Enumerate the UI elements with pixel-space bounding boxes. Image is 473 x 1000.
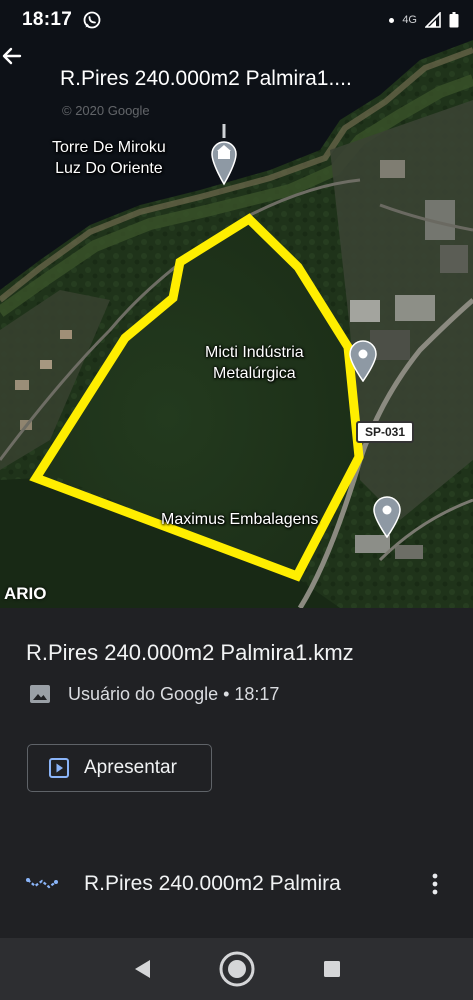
route-icon	[26, 878, 58, 889]
status-bar: 18:17 4G	[0, 0, 473, 40]
app-bar: R.Pires 240.000m2 Palmira1....	[0, 44, 473, 114]
nav-home-button[interactable]	[209, 941, 265, 997]
present-label: Apresentar	[84, 757, 177, 778]
place-label-maximus[interactable]: Maximus Embalagens	[161, 509, 318, 530]
home-circle-icon	[219, 951, 254, 987]
file-meta: Usuário do Google • 18:17	[28, 682, 279, 706]
whatsapp-icon	[83, 11, 101, 29]
slideshow-icon	[49, 758, 69, 778]
app-title: R.Pires 240.000m2 Palmira1....	[60, 67, 352, 90]
file-title: R.Pires 240.000m2 Palmira1.kmz	[26, 640, 354, 665]
place-name: Micti Indústria Metalúrgica	[205, 344, 304, 382]
place-label-torre-miroku[interactable]: Torre De Miroku Luz Do Oriente	[52, 137, 166, 179]
location-pin-icon[interactable]	[372, 496, 402, 538]
more-options-button[interactable]	[425, 869, 445, 899]
more-vert-icon	[432, 873, 438, 895]
notification-dot-icon	[389, 17, 395, 23]
system-nav-bar	[0, 938, 473, 1000]
location-pin-icon[interactable]	[348, 340, 378, 382]
image-icon	[30, 685, 50, 703]
layer-item[interactable]: R.Pires 240.000m2 Palmira	[0, 858, 473, 910]
battery-icon	[449, 12, 459, 28]
nav-back-button[interactable]	[114, 941, 170, 997]
nav-recents-button[interactable]	[304, 941, 360, 997]
network-type: 4G	[402, 14, 417, 26]
map-edge-label: ARIO	[4, 584, 47, 603]
details-sheet: R.Pires 240.000m2 Palmira1.kmz Usuário d…	[0, 608, 473, 938]
satellite-map[interactable]: R.Pires 240.000m2 Palmira1.... © 2020 Go…	[0, 0, 473, 608]
status-time: 18:17	[22, 9, 73, 30]
status-icons: 4G	[389, 12, 459, 28]
recents-square-icon	[323, 961, 340, 977]
present-button[interactable]: Apresentar	[27, 744, 212, 792]
place-name: Torre De Miroku Luz Do Oriente	[52, 139, 166, 177]
signal-icon	[425, 12, 441, 28]
place-label-micti[interactable]: Micti Indústria Metalúrgica	[205, 342, 304, 384]
meta-text: Usuário do Google • 18:17	[68, 683, 280, 704]
place-name: Maximus Embalagens	[161, 511, 319, 528]
arrow-back-icon	[2, 47, 22, 65]
road-shield-sp031: SP-031	[356, 421, 414, 443]
layer-name: R.Pires 240.000m2 Palmira	[84, 872, 341, 895]
temple-pin-icon[interactable]	[208, 124, 240, 186]
back-triangle-icon	[134, 960, 150, 978]
